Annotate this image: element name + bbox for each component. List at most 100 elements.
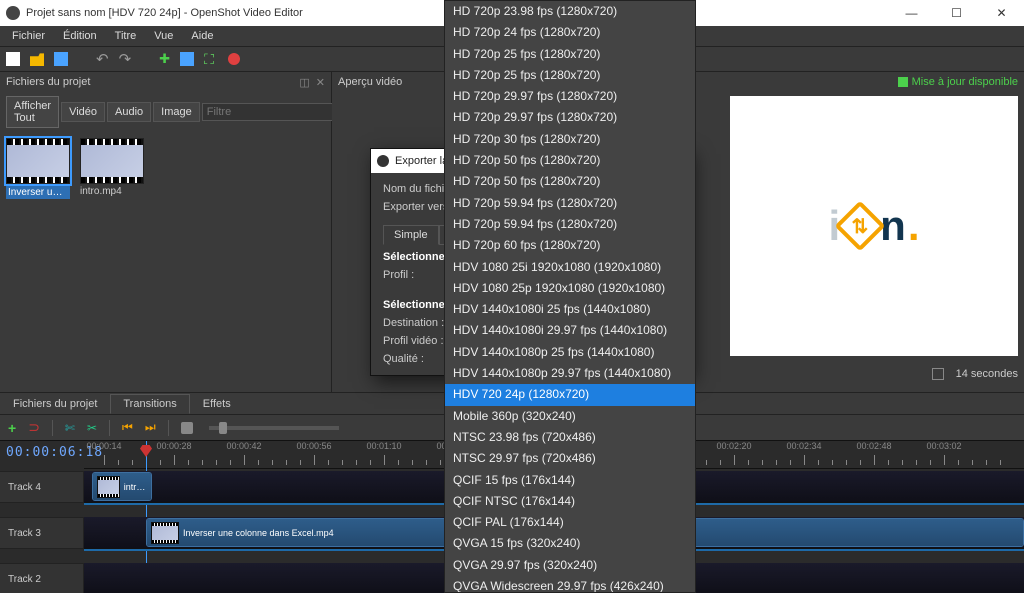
dropdown-item[interactable]: HD 720p 60 fps (1280x720) xyxy=(445,235,695,256)
duration-label: 14 secondes xyxy=(956,368,1018,380)
dropdown-item[interactable]: NTSC 23.98 fps (720x486) xyxy=(445,427,695,448)
dropdown-item[interactable]: QCIF 15 fps (176x144) xyxy=(445,470,695,491)
ruler-tick-label: 00:00:42 xyxy=(226,441,261,451)
next-marker-icon[interactable]: ⏭ xyxy=(145,420,156,435)
project-files-panel: Afficher Tout Vidéo Audio Image Inverser… xyxy=(0,92,332,392)
open-project-icon[interactable] xyxy=(30,52,44,66)
ruler-tick-label: 00:00:14 xyxy=(86,441,121,451)
dropdown-item[interactable]: HDV 1440x1080p 25 fps (1440x1080) xyxy=(445,342,695,363)
export-dialog-icon xyxy=(377,155,389,167)
snap-icon[interactable]: ⊃ xyxy=(28,419,40,436)
minimize-button[interactable]: — xyxy=(889,0,934,26)
track-label[interactable]: Track 4 xyxy=(0,471,84,503)
dropdown-item[interactable]: Mobile 360p (320x240) xyxy=(445,406,695,427)
dropdown-item[interactable]: HD 720p 50 fps (1280x720) xyxy=(445,171,695,192)
clip-thumbnails: Inverser une … intro.mp4 xyxy=(0,132,331,205)
zoom-slider[interactable] xyxy=(209,426,339,430)
dropdown-item[interactable]: HD 720p 24 fps (1280x720) xyxy=(445,22,695,43)
dropdown-item[interactable]: HD 720p 59.94 fps (1280x720) xyxy=(445,214,695,235)
razor-icon[interactable]: ✄ xyxy=(65,421,75,435)
undock-icon[interactable]: ◫ xyxy=(299,76,309,89)
save-project-icon[interactable] xyxy=(54,52,68,66)
dropdown-item[interactable]: HDV 1080 25i 1920x1080 (1920x1080) xyxy=(445,257,695,278)
clip-name: intro.mp4 xyxy=(80,186,144,197)
add-track-icon[interactable]: + xyxy=(8,420,16,436)
track-label[interactable]: Track 2 xyxy=(0,563,84,593)
dropdown-item[interactable]: QCIF PAL (176x144) xyxy=(445,512,695,533)
dropdown-item[interactable]: HD 720p 29.97 fps (1280x720) xyxy=(445,86,695,107)
timeline-clip-intro[interactable]: intro.… xyxy=(92,472,152,501)
dropdown-item[interactable]: HDV 1440x1080i 29.97 fps (1440x1080) xyxy=(445,320,695,341)
export-destination-label: Destination : xyxy=(383,317,444,329)
tab-transitions[interactable]: Transitions xyxy=(110,394,189,414)
tab-effects[interactable]: Effets xyxy=(190,394,244,414)
cut-icon[interactable]: ✂ xyxy=(87,421,97,435)
dropdown-item[interactable]: NTSC 29.97 fps (720x486) xyxy=(445,448,695,469)
dropdown-item[interactable]: HD 720p 29.97 fps (1280x720) xyxy=(445,107,695,128)
dropdown-item[interactable]: QVGA Widescreen 29.97 fps (426x240) xyxy=(445,576,695,593)
import-files-icon[interactable] xyxy=(159,51,170,67)
dropdown-item[interactable]: HDV 720 24p (1280x720) xyxy=(445,384,695,405)
ruler-tick-label: 00:02:48 xyxy=(856,441,891,451)
update-available-badge[interactable]: Mise à jour disponible xyxy=(898,76,1018,88)
dropdown-item[interactable]: HDV 1080 25p 1920x1080 (1920x1080) xyxy=(445,278,695,299)
export-video-icon[interactable] xyxy=(228,53,240,65)
filter-image[interactable]: Image xyxy=(153,102,200,122)
dropdown-item[interactable]: QCIF NTSC (176x144) xyxy=(445,491,695,512)
undo-icon[interactable] xyxy=(96,50,109,68)
tab-project-files[interactable]: Fichiers du projet xyxy=(0,394,110,414)
menu-title[interactable]: Titre xyxy=(107,28,145,44)
menu-help[interactable]: Aide xyxy=(183,28,221,44)
filter-audio[interactable]: Audio xyxy=(107,102,151,122)
project-files-label: Fichiers du projet xyxy=(6,76,90,88)
redo-icon[interactable] xyxy=(119,50,132,68)
fullscreen-icon[interactable]: ⛶ xyxy=(204,51,214,68)
clip-thumb xyxy=(80,138,144,184)
dropdown-item[interactable]: QVGA 29.97 fps (320x240) xyxy=(445,555,695,576)
video-profile-dropdown[interactable]: HD 720p 23.98 fps (1280x720)HD 720p 24 f… xyxy=(444,0,696,593)
export-profile-label: Profil : xyxy=(383,269,414,281)
center-playhead-icon[interactable] xyxy=(181,422,193,434)
clip-thumb xyxy=(6,138,70,184)
timeline-clip-name: intro.… xyxy=(124,482,147,492)
prev-marker-icon[interactable]: ⏮ xyxy=(122,420,133,435)
menu-file[interactable]: Fichier xyxy=(4,28,53,44)
duration-box-icon xyxy=(932,368,944,380)
preview-controls: ⏭ 14 secondes xyxy=(672,360,1018,388)
preview-label: Aperçu vidéo xyxy=(338,76,402,88)
preview-logo: i⇅n. xyxy=(829,202,920,250)
zoom-slider-knob[interactable] xyxy=(219,422,227,434)
maximize-button[interactable]: ☐ xyxy=(934,0,979,26)
choose-profile-icon[interactable] xyxy=(180,52,194,66)
close-button[interactable]: ✕ xyxy=(979,0,1024,26)
new-project-icon[interactable] xyxy=(6,52,20,66)
close-panel-icon[interactable]: ✕ xyxy=(316,76,325,89)
filter-show-all[interactable]: Afficher Tout xyxy=(6,96,59,128)
clip-item-intro[interactable]: intro.mp4 xyxy=(80,138,144,199)
project-files-header-icons: ◫ ✕ xyxy=(299,76,325,89)
dropdown-item[interactable]: HDV 1440x1080p 29.97 fps (1440x1080) xyxy=(445,363,695,384)
dropdown-item[interactable]: HD 720p 25 fps (1280x720) xyxy=(445,44,695,65)
menu-view[interactable]: Vue xyxy=(146,28,181,44)
dropdown-item[interactable]: QVGA 15 fps (320x240) xyxy=(445,533,695,554)
clip-name: Inverser une … xyxy=(6,186,70,199)
dropdown-item[interactable]: HDV 1440x1080i 25 fps (1440x1080) xyxy=(445,299,695,320)
filter-input[interactable] xyxy=(202,103,354,121)
clip-item-inverser[interactable]: Inverser une … xyxy=(6,138,70,199)
dropdown-item[interactable]: HD 720p 23.98 fps (1280x720) xyxy=(445,1,695,22)
window-controls: — ☐ ✕ xyxy=(889,0,1024,26)
menu-edit[interactable]: Édition xyxy=(55,28,105,44)
app-icon xyxy=(6,6,20,20)
filter-video[interactable]: Vidéo xyxy=(61,102,105,122)
ruler-tick-label: 00:03:02 xyxy=(926,441,961,451)
ruler-tick-label: 00:01:10 xyxy=(366,441,401,451)
dropdown-item[interactable]: HD 720p 50 fps (1280x720) xyxy=(445,150,695,171)
dropdown-item[interactable]: HD 720p 59.94 fps (1280x720) xyxy=(445,193,695,214)
export-tab-simple[interactable]: Simple xyxy=(383,225,439,245)
dropdown-item[interactable]: HD 720p 25 fps (1280x720) xyxy=(445,65,695,86)
ruler-tick-label: 00:00:56 xyxy=(296,441,331,451)
preview-canvas: i⇅n. xyxy=(730,96,1018,356)
window-title: Projet sans nom [HDV 720 24p] - OpenShot… xyxy=(26,7,303,19)
track-label[interactable]: Track 3 xyxy=(0,517,84,549)
dropdown-item[interactable]: HD 720p 30 fps (1280x720) xyxy=(445,129,695,150)
